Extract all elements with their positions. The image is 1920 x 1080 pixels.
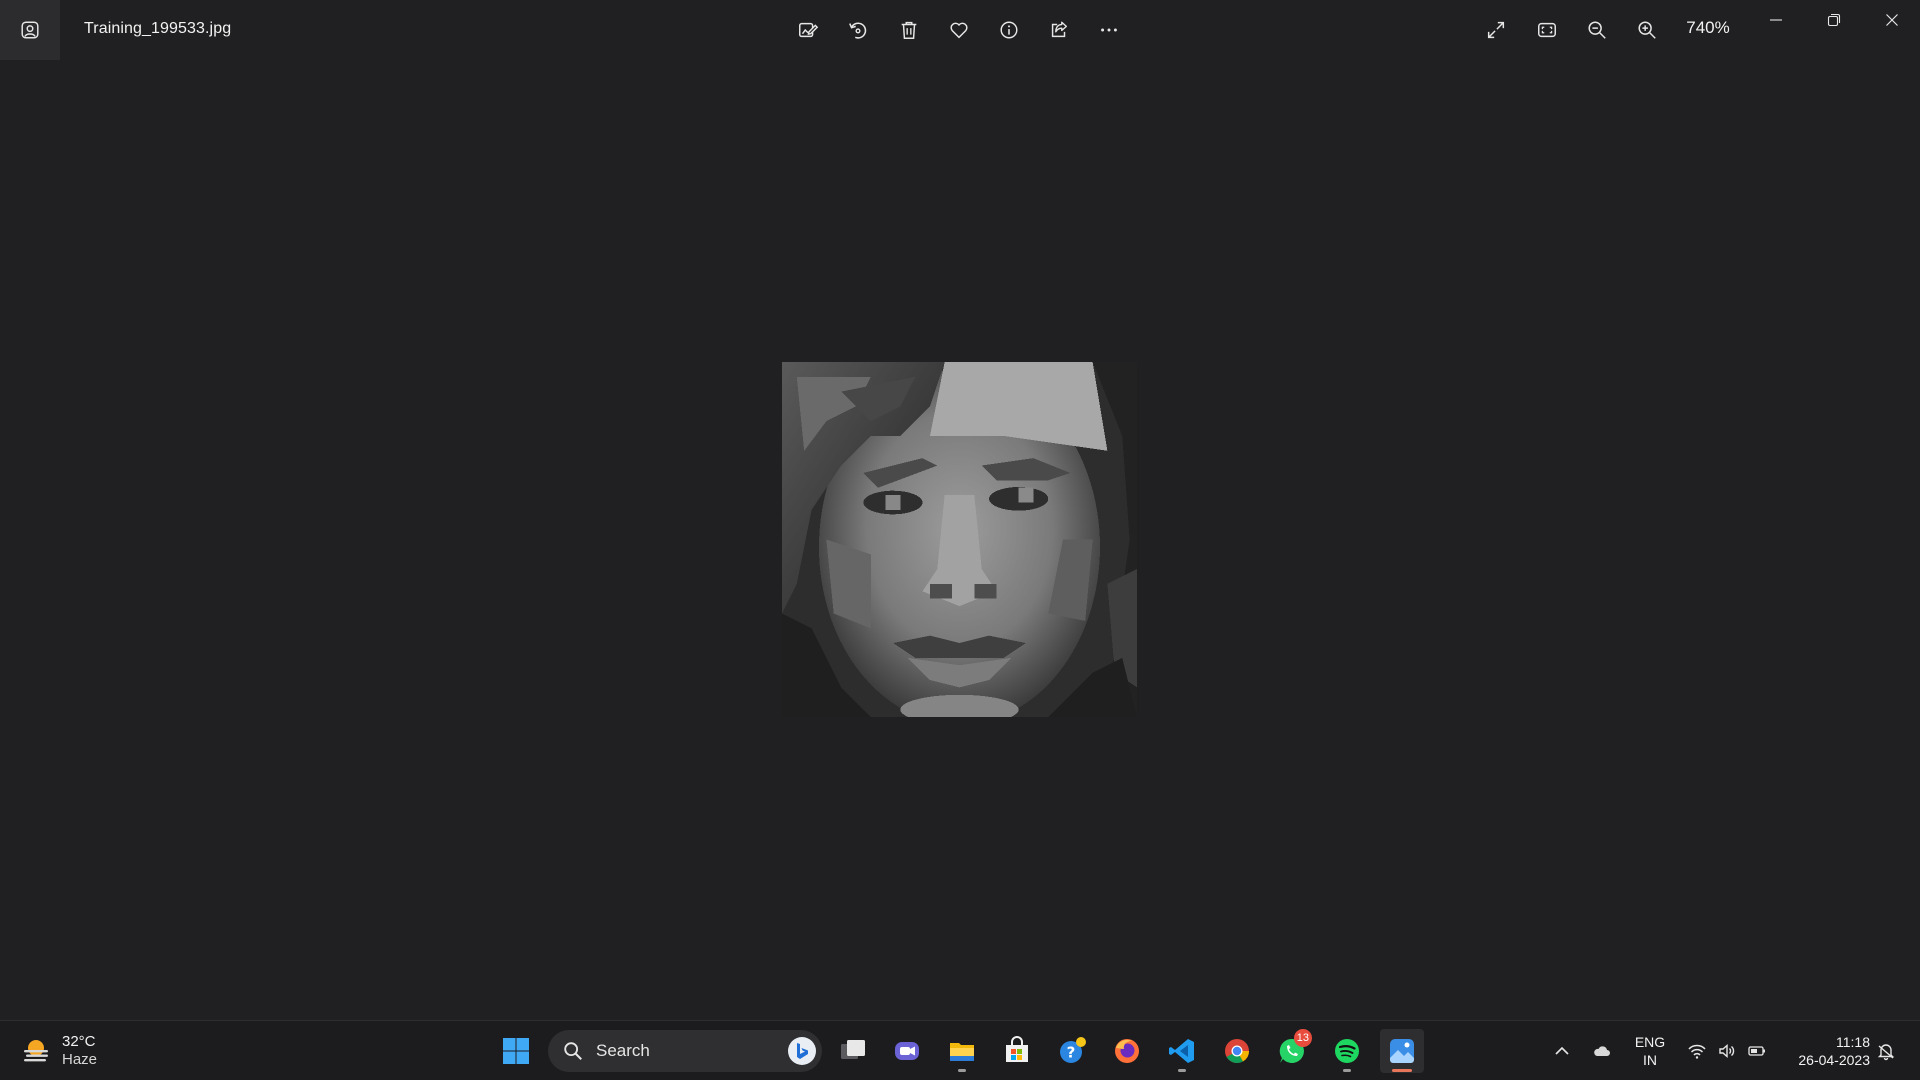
zoom-out-icon [1588, 21, 1606, 39]
battery-button[interactable] [1745, 1039, 1769, 1063]
image-canvas[interactable] [0, 60, 1920, 1020]
fit-to-window-icon [1538, 22, 1556, 38]
spotify-icon [1335, 1039, 1359, 1063]
favorite-icon [950, 22, 968, 39]
chevron-up-icon [1555, 1046, 1569, 1055]
running-indicator [1343, 1069, 1351, 1072]
search-icon [564, 1042, 582, 1060]
firefox-button[interactable] [1105, 1029, 1149, 1073]
get-help-button[interactable]: ? [1050, 1029, 1094, 1073]
photos-icon [1390, 1039, 1414, 1063]
weather-widget[interactable]: 32°C Haze [20, 1029, 97, 1073]
firefox-icon [1115, 1039, 1139, 1063]
store-icon [1006, 1036, 1028, 1062]
weather-temperature: 32°C [62, 1033, 96, 1050]
notifications-button[interactable] [1874, 1039, 1898, 1063]
close-icon [1886, 14, 1898, 26]
weather-description: Haze [62, 1051, 98, 1068]
notification-badge: 13 [1293, 1029, 1312, 1047]
chrome-button[interactable] [1215, 1029, 1259, 1073]
wifi-icon [1688, 1044, 1706, 1059]
edit-image-icon [799, 22, 819, 38]
help-icon: ? [1060, 1037, 1086, 1063]
edit-image-button[interactable] [788, 10, 828, 50]
fullscreen-icon [1487, 21, 1505, 39]
taskbar-search[interactable]: Search [548, 1030, 822, 1072]
taskbar: 32°C Haze Search ? 13 ENG IN 11:18 26-04… [0, 1020, 1920, 1080]
vscode-button[interactable] [1160, 1029, 1204, 1073]
chat-button[interactable] [885, 1029, 929, 1073]
running-indicator [958, 1069, 966, 1072]
haze-weather-icon [24, 1040, 48, 1062]
delete-button[interactable] [889, 10, 929, 50]
zoom-level[interactable]: 740% [1680, 18, 1736, 38]
photos-app-icon[interactable] [0, 0, 60, 60]
task-view-icon [841, 1040, 865, 1059]
file-explorer-button[interactable] [940, 1029, 984, 1073]
vscode-icon [1169, 1039, 1194, 1063]
rotate-icon [849, 22, 867, 39]
favorite-button[interactable] [939, 10, 979, 50]
system-clock[interactable]: 11:18 26-04-2023 [1780, 1033, 1870, 1069]
title-bar: Training_199533.jpg 740% [0, 0, 1920, 60]
windows-logo-icon [503, 1038, 529, 1064]
bing-icon [797, 1043, 808, 1059]
spotify-button[interactable] [1325, 1029, 1369, 1073]
fit-to-window-button[interactable] [1527, 10, 1567, 50]
svg-text:?: ? [1067, 1044, 1076, 1062]
show-hidden-icons-button[interactable] [1550, 1039, 1574, 1063]
more-button[interactable] [1089, 10, 1129, 50]
cloud-icon [1594, 1046, 1610, 1056]
clock-date: 26-04-2023 [1798, 1052, 1870, 1068]
language-code: ENG [1634, 1034, 1666, 1050]
file-info-button[interactable] [989, 10, 1029, 50]
face-photo [782, 362, 1137, 717]
running-indicator [1178, 1069, 1186, 1072]
gallery-icon [21, 21, 39, 39]
minimize-button[interactable] [1748, 0, 1804, 40]
language-region: IN [1643, 1052, 1657, 1068]
close-button[interactable] [1864, 0, 1920, 40]
fullscreen-button[interactable] [1476, 10, 1516, 50]
chat-icon [895, 1042, 919, 1060]
zoom-in-icon [1638, 21, 1656, 39]
bell-icon [1877, 1044, 1895, 1061]
restore-icon [1827, 13, 1841, 27]
search-label: Search [596, 1041, 650, 1060]
microsoft-store-button[interactable] [995, 1029, 1039, 1073]
rotate-button[interactable] [838, 10, 878, 50]
speaker-icon [1719, 1043, 1735, 1059]
zoom-out-button[interactable] [1577, 10, 1617, 50]
input-language[interactable]: ENG IN [1630, 1033, 1670, 1069]
network-button[interactable] [1685, 1039, 1709, 1063]
minimize-icon [1770, 19, 1782, 21]
clock-time: 11:18 [1836, 1034, 1870, 1050]
more-icon [1101, 28, 1117, 32]
file-name: Training_199533.jpg [84, 20, 232, 37]
start-button[interactable] [494, 1029, 538, 1073]
file-info-icon [1000, 21, 1018, 39]
chrome-icon [1225, 1039, 1249, 1064]
whatsapp-button[interactable]: 13 [1270, 1029, 1314, 1073]
displayed-photo [782, 362, 1137, 717]
delete-icon [901, 21, 917, 39]
zoom-in-button[interactable] [1627, 10, 1667, 50]
folder-icon [950, 1043, 974, 1061]
onedrive-button[interactable] [1590, 1039, 1614, 1063]
battery-icon [1748, 1046, 1765, 1056]
volume-button[interactable] [1715, 1039, 1739, 1063]
task-view-button[interactable] [831, 1029, 875, 1073]
active-indicator [1392, 1069, 1412, 1072]
share-button[interactable] [1039, 10, 1079, 50]
photos-button[interactable] [1380, 1029, 1424, 1073]
share-icon [1051, 21, 1068, 38]
bing-button[interactable] [788, 1037, 816, 1065]
restore-button[interactable] [1806, 0, 1862, 40]
